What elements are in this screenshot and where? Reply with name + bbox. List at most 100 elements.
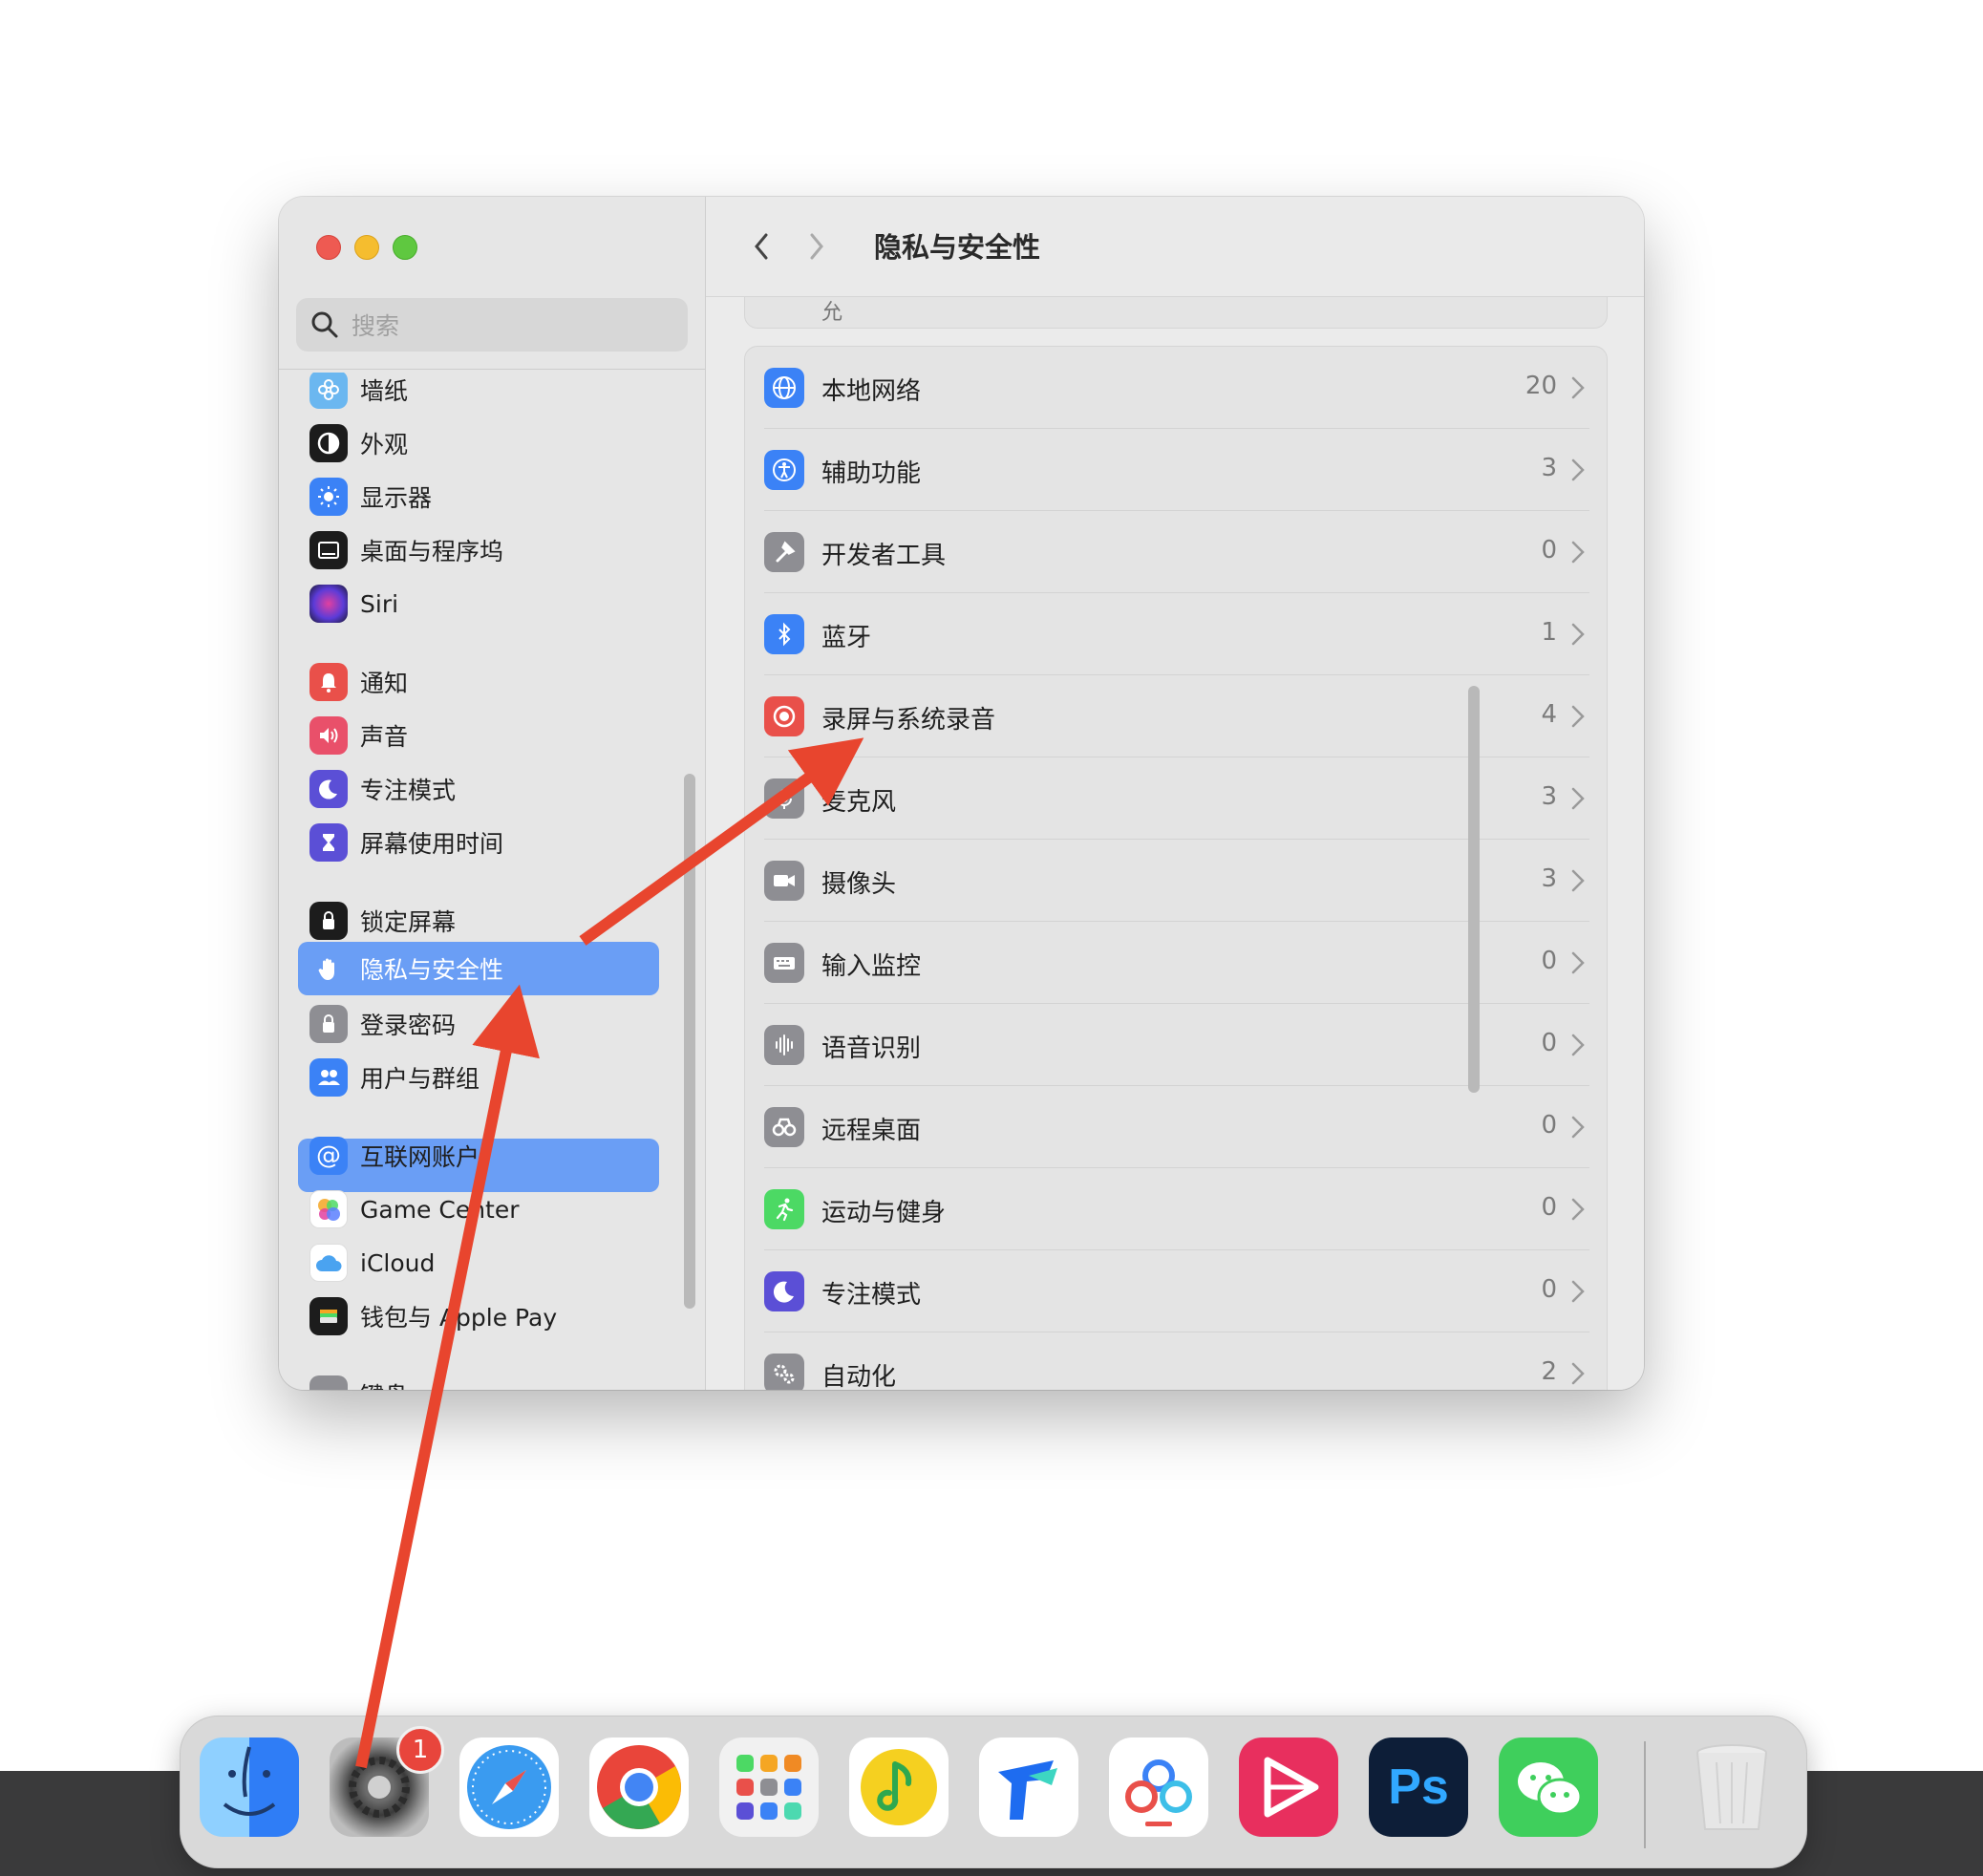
row-count: 0: [1541, 1111, 1557, 1140]
appearance-icon: [309, 424, 348, 462]
chevron-right-icon: [1571, 541, 1585, 564]
row-label: 麦克风: [821, 788, 897, 817]
sidebar-item-privacy-security-selected[interactable]: 隐私与安全性: [298, 942, 659, 995]
search-placeholder: 搜索: [352, 312, 400, 340]
sidebar-item-label: 互联网账户: [360, 1143, 480, 1171]
sidebar-item-focus[interactable]: 专注模式: [309, 766, 456, 812]
sidebar-item-label: iCloud: [360, 1248, 436, 1277]
sidebar-item-wallet[interactable]: 钱包与 Apple Pay: [309, 1293, 557, 1339]
lark-icon[interactable]: [979, 1737, 1078, 1837]
sidebar-item-label: Siri: [360, 589, 399, 618]
sidebar-item-appearance[interactable]: 外观: [309, 420, 408, 466]
row-label: 自动化: [821, 1363, 897, 1390]
titlebar: 隐私与安全性: [706, 197, 1644, 297]
sidebar-item-keyboard[interactable]: 键盘: [309, 1372, 408, 1390]
minimize-window-button[interactable]: [354, 235, 379, 260]
close-window-button[interactable]: [316, 235, 341, 260]
sidebar-item-internet-accounts[interactable]: @ 互联网账户: [309, 1133, 480, 1179]
chevron-right-icon: [1571, 1034, 1585, 1056]
sidebar-item-label: 隐私与安全性: [360, 956, 504, 984]
zoom-window-button[interactable]: [393, 235, 417, 260]
row-developer-tools[interactable]: 开发者工具 0: [745, 511, 1607, 593]
chevron-right-icon: [1571, 1280, 1585, 1303]
focus-icon: [309, 770, 348, 808]
chevron-right-icon: [1571, 1362, 1585, 1385]
back-button[interactable]: [742, 227, 780, 266]
finder-icon[interactable]: [200, 1737, 299, 1837]
internet-accounts-icon: @: [309, 1137, 348, 1175]
bluetooth-icon: [764, 614, 804, 654]
sidebar-item-display[interactable]: 显示器: [309, 474, 432, 520]
row-focus[interactable]: 专注模式 0: [745, 1250, 1607, 1332]
system-settings-window: 搜索 墙纸 外观 显示器 桌面与程序坞 Siri 通知 声音 专注模式 屏幕使用…: [279, 197, 1644, 1390]
row-remote-desktop[interactable]: 远程桌面 0: [745, 1086, 1607, 1168]
sidebar-item-label: 登录密码: [360, 1012, 457, 1039]
chevron-right-icon: [1571, 376, 1585, 399]
forward-button[interactable]: [798, 227, 836, 266]
row-count: 0: [1541, 1193, 1557, 1222]
chevron-right-icon: [810, 233, 823, 260]
sidebar-item-label: 键盘: [360, 1377, 408, 1390]
qq-music-icon[interactable]: [849, 1737, 949, 1837]
row-local-network[interactable]: 本地网络 20: [745, 347, 1607, 429]
row-accessibility[interactable]: 辅助功能 3: [745, 429, 1607, 511]
sidebar-item-notifications[interactable]: 通知: [309, 659, 408, 705]
row-label: 本地网络: [821, 377, 922, 406]
row-count: 3: [1541, 864, 1557, 893]
wechat-icon[interactable]: [1499, 1737, 1598, 1837]
chevron-right-icon: [1571, 1116, 1585, 1139]
sidebar-item-label: 锁定屏幕: [360, 908, 457, 936]
row-count: 2: [1541, 1357, 1557, 1386]
input-monitoring-icon: [764, 943, 804, 983]
sidebar-item-label: 用户与群组: [360, 1065, 480, 1093]
row-bluetooth[interactable]: 蓝牙 1: [745, 593, 1607, 675]
partial-text: 允: [821, 301, 843, 325]
game-center-icon: [309, 1190, 348, 1228]
chevron-left-icon: [755, 233, 768, 260]
users-groups-icon: [309, 1058, 348, 1097]
main-scrollbar[interactable]: [1468, 686, 1480, 1093]
sidebar-item-game-center[interactable]: Game Center: [309, 1186, 520, 1232]
row-motion-fitness[interactable]: 运动与健身 0: [745, 1168, 1607, 1250]
baidu-netdisk-icon[interactable]: [1109, 1737, 1208, 1837]
safari-icon[interactable]: [459, 1737, 559, 1837]
sidebar-item-label: 墙纸: [360, 377, 409, 405]
display-icon: [309, 478, 348, 516]
row-label: 开发者工具: [821, 542, 947, 570]
launchpad-icon[interactable]: [719, 1737, 819, 1837]
sidebar-item-users-groups[interactable]: 用户与群组: [309, 1055, 480, 1100]
row-automation[interactable]: 自动化 2: [745, 1332, 1607, 1390]
row-label: 辅助功能: [821, 459, 922, 488]
sidebar-item-login-password[interactable]: 登录密码: [309, 1001, 456, 1047]
sidebar-item-sound[interactable]: 声音: [309, 713, 408, 758]
wallpaper-icon: [309, 373, 348, 409]
lock-screen-icon: [309, 902, 348, 940]
sidebar-item-screen-time[interactable]: 屏幕使用时间: [309, 820, 503, 865]
sidebar-item-icloud[interactable]: iCloud: [309, 1240, 435, 1286]
row-label: 输入监控: [821, 952, 922, 981]
row-count: 4: [1541, 700, 1557, 729]
trash-icon[interactable]: [1682, 1737, 1781, 1837]
microphone-icon: [764, 778, 804, 819]
search-field[interactable]: 搜索: [296, 298, 688, 352]
sidebar-item-siri[interactable]: Siri: [309, 581, 398, 627]
sidebar-scrollbar[interactable]: [684, 774, 695, 1309]
sidebar-item-wallpaper[interactable]: 墙纸: [309, 373, 408, 413]
row-label: 录屏与系统录音: [821, 706, 996, 735]
login-password-icon: [309, 1005, 348, 1043]
sidebar-divider: [279, 369, 705, 370]
row-count: 0: [1541, 536, 1557, 565]
sidebar-item-label: 通知: [360, 670, 409, 697]
sidebar-item-desktop-dock[interactable]: 桌面与程序坞: [309, 527, 503, 573]
photoshop-icon[interactable]: Ps: [1369, 1737, 1468, 1837]
kuaiying-icon[interactable]: [1239, 1737, 1338, 1837]
chrome-icon[interactable]: [589, 1737, 689, 1837]
wallet-icon: [309, 1297, 348, 1335]
row-label: 远程桌面: [821, 1117, 922, 1145]
sidebar-item-lock-screen[interactable]: 锁定屏幕: [309, 898, 456, 944]
chevron-right-icon: [1571, 623, 1585, 646]
row-count: 0: [1541, 1029, 1557, 1057]
row-count: 0: [1541, 947, 1557, 975]
photoshop-label: Ps: [1388, 1759, 1449, 1815]
chevron-right-icon: [1571, 1198, 1585, 1221]
